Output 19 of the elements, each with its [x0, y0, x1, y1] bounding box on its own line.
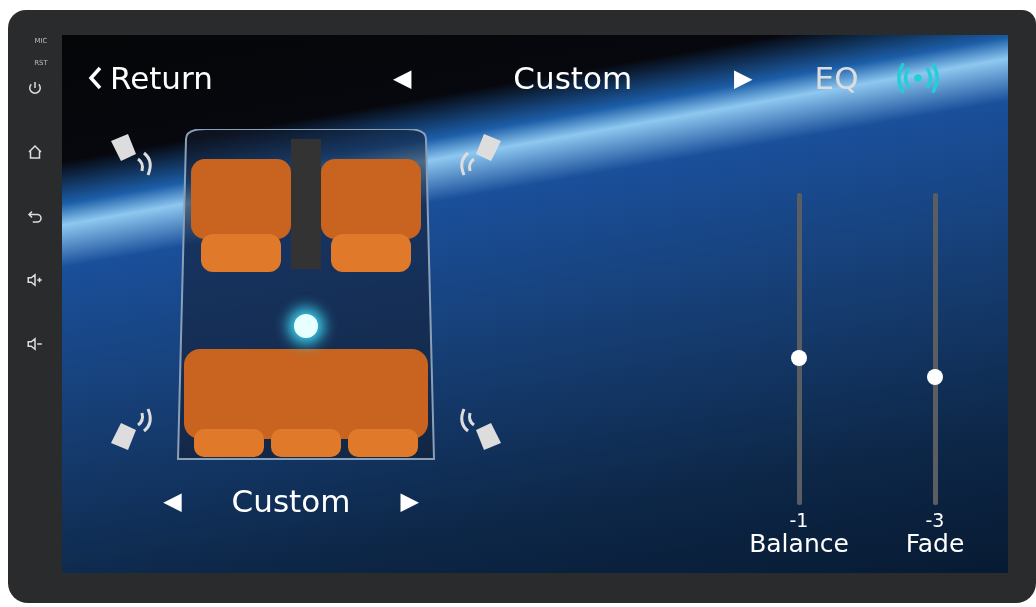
- chevron-left-icon: [88, 66, 102, 90]
- slider-thumb[interactable]: [790, 349, 807, 366]
- home-icon[interactable]: [26, 143, 44, 161]
- power-icon[interactable]: [26, 79, 44, 97]
- previous-preset-button[interactable]: ◀: [382, 64, 422, 92]
- preset-name: Custom: [513, 60, 633, 96]
- seat-preset-name: Custom: [231, 483, 351, 519]
- slider-label: Fade: [905, 529, 965, 557]
- slider-value: -3: [925, 510, 945, 530]
- volume-up-icon[interactable]: [26, 271, 44, 289]
- next-preset-button[interactable]: ▶: [724, 64, 763, 92]
- volume-down-icon[interactable]: [26, 335, 44, 353]
- slider-label: Balance: [749, 529, 849, 557]
- next-seat-preset-button[interactable]: ▶: [390, 487, 429, 515]
- slider-thumb[interactable]: [926, 368, 943, 385]
- slider-value: -1: [789, 510, 809, 530]
- listening-position-dot[interactable]: [294, 314, 318, 338]
- return-button[interactable]: Return: [88, 60, 213, 96]
- previous-seat-preset-button[interactable]: ◀: [153, 487, 192, 515]
